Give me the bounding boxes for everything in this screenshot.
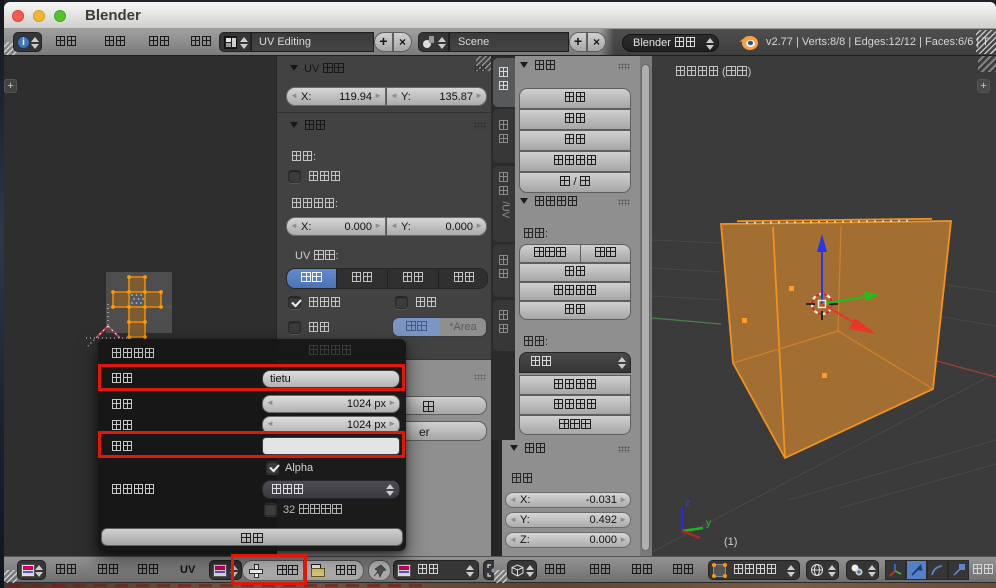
svg-text:z: z	[685, 498, 690, 509]
svg-text:y: y	[706, 518, 711, 529]
